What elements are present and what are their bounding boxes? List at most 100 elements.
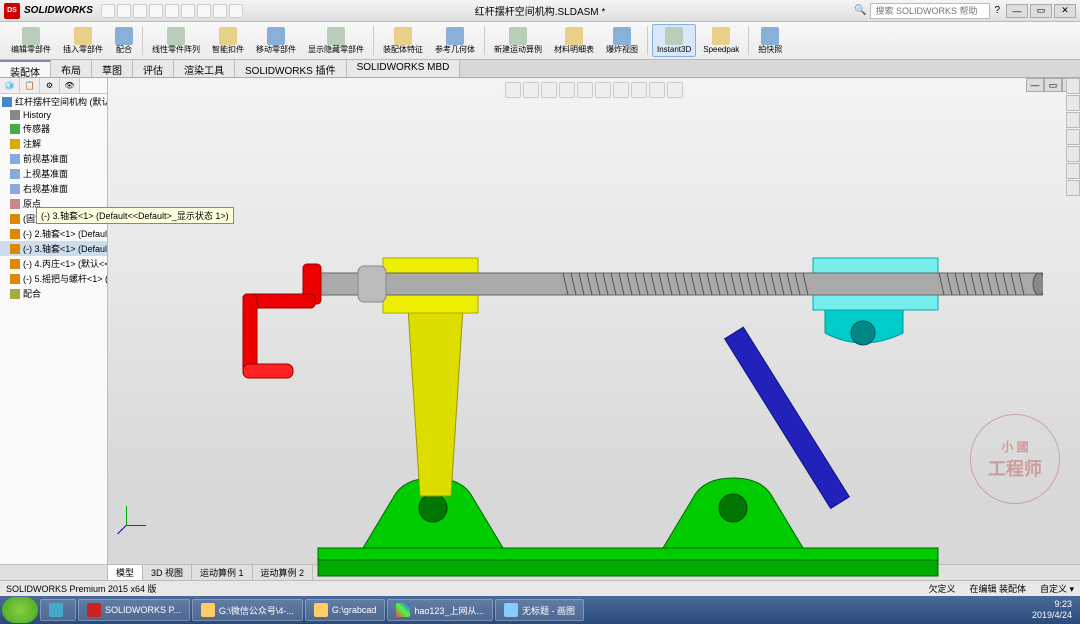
- vp-minimize-button[interactable]: —: [1026, 78, 1044, 92]
- tree-tab-display-icon[interactable]: 👁: [60, 78, 80, 93]
- search-icon: 🔍: [854, 5, 866, 16]
- cmd-ref-geometry[interactable]: 参考几何体: [430, 24, 480, 57]
- qat-options-icon[interactable]: [213, 4, 227, 18]
- zoom-area-icon[interactable]: [523, 82, 539, 98]
- vp-maximize-button[interactable]: ▭: [1044, 78, 1062, 92]
- tree-part-sleeve2[interactable]: (-) 3.轴套<1> (Default<<Default>_显示状态 1>): [0, 241, 107, 256]
- taskpane-design-lib-icon[interactable]: [1066, 95, 1080, 111]
- search-input[interactable]: [870, 3, 990, 19]
- taskpane-custom-props-icon[interactable]: [1066, 163, 1080, 179]
- app-logo: DS: [4, 3, 20, 19]
- cmd-smart-fastener[interactable]: 智能扣件: [207, 24, 249, 57]
- taskpane-resources-icon[interactable]: [1066, 78, 1080, 94]
- app-name: SOLIDWORKS: [24, 5, 93, 16]
- tab-mbd[interactable]: SOLIDWORKS MBD: [347, 60, 461, 77]
- tree-tab-property-icon[interactable]: 📋: [20, 78, 40, 93]
- cmd-snapshot[interactable]: 拍快照: [753, 24, 787, 57]
- tree-annotations[interactable]: 注解: [0, 136, 107, 151]
- tab-render[interactable]: 渲染工具: [174, 60, 235, 77]
- tree-mates[interactable]: 配合: [0, 286, 107, 301]
- title-bar: DS SOLIDWORKS 红杆摆杆空间机构.SLDASM * 🔍 ? — ▭ …: [0, 0, 1080, 22]
- section-view-icon[interactable]: [559, 82, 575, 98]
- apply-scene-icon[interactable]: [649, 82, 665, 98]
- cmd-edit-component[interactable]: 编辑零部件: [6, 24, 56, 57]
- tree-history[interactable]: History: [0, 109, 107, 121]
- tree-part-bing[interactable]: (-) 4.丙庄<1> (默认<<默认...: [0, 256, 107, 271]
- tree-part-crank[interactable]: (-) 5.摇把与螺杆<1> (Defau...: [0, 271, 107, 286]
- view-settings-icon[interactable]: [667, 82, 683, 98]
- cmd-move-component[interactable]: 移动零部件: [251, 24, 301, 57]
- taskpane-file-explorer-icon[interactable]: [1066, 112, 1080, 128]
- hide-show-icon[interactable]: [613, 82, 629, 98]
- status-custom-menu[interactable]: 自定义 ▾: [1040, 582, 1074, 595]
- taskpane-forum-icon[interactable]: [1066, 180, 1080, 196]
- cmd-bom[interactable]: 材料明细表: [549, 24, 599, 57]
- tree-right-plane[interactable]: 右视基准面: [0, 181, 107, 196]
- taskpane-appearances-icon[interactable]: [1066, 146, 1080, 162]
- qat-more-icon[interactable]: [229, 4, 243, 18]
- close-button[interactable]: ✕: [1054, 4, 1076, 18]
- document-title: 红杆摆杆空间机构.SLDASM *: [475, 3, 606, 18]
- feature-tree: 🧊 📋 ⚙ 👁 红杆摆杆空间机构 (默认<默认... History 传感器 注…: [0, 78, 108, 564]
- cmd-linear-pattern[interactable]: 线性零件阵列: [147, 24, 205, 57]
- tab-assembly[interactable]: 装配体: [0, 60, 51, 77]
- tree-tab-config-icon[interactable]: ⚙: [40, 78, 60, 93]
- window-buttons: — ▭ ✕: [1006, 4, 1076, 18]
- system-tray[interactable]: 9:23 2019/4/24: [1032, 599, 1078, 621]
- status-version: SOLIDWORKS Premium 2015 x64 版: [6, 582, 157, 595]
- qat-new-icon[interactable]: [101, 4, 115, 18]
- cmd-show-hide[interactable]: 显示隐藏零部件: [303, 24, 369, 57]
- tab-evaluate[interactable]: 评估: [133, 60, 174, 77]
- tree-top-plane[interactable]: 上视基准面: [0, 166, 107, 181]
- tree-sensors[interactable]: 传感器: [0, 121, 107, 136]
- qat-redo-icon[interactable]: [181, 4, 195, 18]
- tree-root[interactable]: 红杆摆杆空间机构 (默认<默认...: [0, 94, 107, 109]
- tree-part-sleeve1[interactable]: (-) 2.轴套<1> (Default<<D...: [0, 226, 107, 241]
- tab-sketch[interactable]: 草图: [92, 60, 133, 77]
- tree-tab-feature-icon[interactable]: 🧊: [0, 78, 20, 93]
- taskbar-item-folder2[interactable]: G:\grabcad: [305, 599, 386, 621]
- qat-print-icon[interactable]: [149, 4, 163, 18]
- qat-open-icon[interactable]: [117, 4, 131, 18]
- start-button[interactable]: [2, 597, 38, 623]
- edit-appearance-icon[interactable]: [631, 82, 647, 98]
- tray-date: 2019/4/24: [1032, 610, 1072, 621]
- main-area: 🧊 📋 ⚙ 👁 红杆摆杆空间机构 (默认<默认... History 传感器 注…: [0, 78, 1080, 564]
- taskbar-item-folder1[interactable]: G:\微信公众号\4-...: [192, 599, 303, 621]
- cmd-speedpak[interactable]: Speedpak: [698, 24, 744, 57]
- tree-front-plane[interactable]: 前视基准面: [0, 151, 107, 166]
- taskbar-item-paint[interactable]: 无标题 - 画图: [495, 599, 584, 621]
- maximize-button[interactable]: ▭: [1030, 4, 1052, 18]
- model-tab-model[interactable]: 模型: [108, 565, 143, 580]
- tree-tooltip: (-) 3.轴套<1> (Default<<Default>_显示状态 1>): [36, 207, 108, 224]
- status-bar: SOLIDWORKS Premium 2015 x64 版 欠定义 在编辑 装配…: [0, 580, 1080, 596]
- cmd-instant3d[interactable]: Instant3D: [652, 24, 696, 57]
- tray-time: 9:23: [1032, 599, 1072, 610]
- quick-access-toolbar: [101, 4, 243, 18]
- help-search: 🔍 ?: [854, 3, 1000, 19]
- graphics-viewport[interactable]: — ▭ ✕: [108, 78, 1080, 564]
- qat-rebuild-icon[interactable]: [197, 4, 211, 18]
- view-orient-icon[interactable]: [577, 82, 593, 98]
- qat-save-icon[interactable]: [133, 4, 147, 18]
- cmd-exploded-view[interactable]: 爆炸视图: [601, 24, 643, 57]
- cmd-motion-study[interactable]: 新建运动算例: [489, 24, 547, 57]
- taskbar-item-solidworks[interactable]: SOLIDWORKS P...: [78, 599, 190, 621]
- qat-undo-icon[interactable]: [165, 4, 179, 18]
- taskpane-view-palette-icon[interactable]: [1066, 129, 1080, 145]
- status-editing: 在编辑 装配体: [969, 582, 1026, 595]
- cmd-insert-component[interactable]: 插入零部件: [58, 24, 108, 57]
- status-underdefined: 欠定义: [928, 582, 955, 595]
- cmd-assembly-feature[interactable]: 装配体特征: [378, 24, 428, 57]
- orientation-triad[interactable]: [118, 504, 148, 534]
- cmd-mate[interactable]: 配合: [110, 24, 138, 57]
- minimize-button[interactable]: —: [1006, 4, 1028, 18]
- help-icon[interactable]: ?: [994, 5, 1000, 16]
- zoom-fit-icon[interactable]: [505, 82, 521, 98]
- tab-addins[interactable]: SOLIDWORKS 插件: [235, 60, 347, 77]
- tab-layout[interactable]: 布局: [51, 60, 92, 77]
- display-style-icon[interactable]: [595, 82, 611, 98]
- taskbar-item-browser[interactable]: hao123_上网从...: [387, 599, 493, 621]
- prev-view-icon[interactable]: [541, 82, 557, 98]
- taskbar-item-1[interactable]: [40, 599, 76, 621]
